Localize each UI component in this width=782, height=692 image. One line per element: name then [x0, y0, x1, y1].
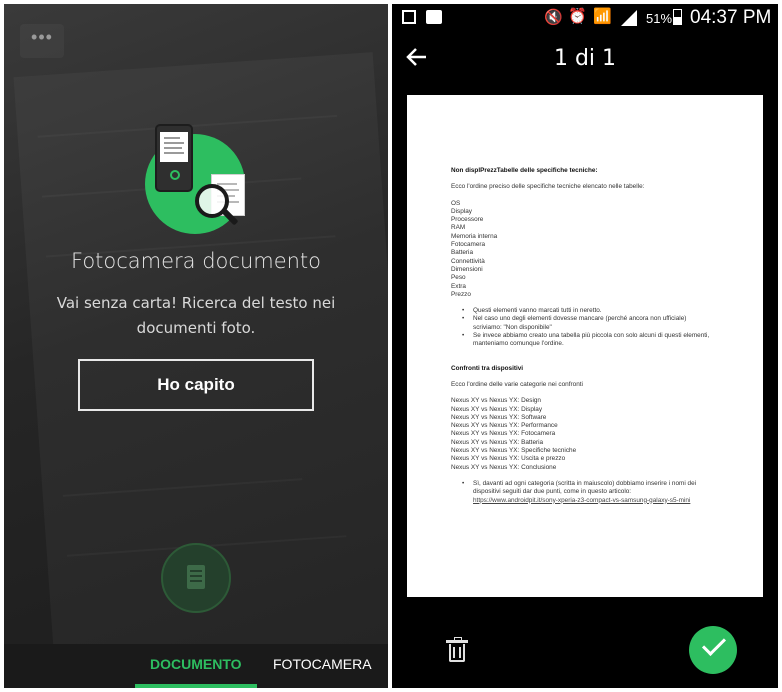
- list-item: Nexus XY vs Nexus YX: Batteria: [451, 438, 544, 446]
- active-tab-indicator: [135, 684, 257, 688]
- got-it-button[interactable]: Ho capito: [78, 359, 314, 411]
- bag-icon: [426, 10, 442, 24]
- shutter-line: [190, 580, 202, 582]
- phone-line: [164, 147, 182, 149]
- phone-line: [164, 152, 184, 154]
- page-counter: 1 di 1: [553, 46, 617, 71]
- clock-time: 04:37 PM: [690, 7, 772, 28]
- ghost-line: [63, 478, 303, 497]
- doc-intro-compare: Ecco l'ordine delle varie categorie nei …: [451, 380, 583, 388]
- list-item: Extra: [451, 282, 466, 290]
- bullet-item: Nel caso uno degli elementi dovesse manc…: [451, 315, 713, 332]
- signal-icon: [621, 10, 637, 26]
- trash-stripe: [459, 647, 461, 658]
- preview-toolbar: 1 di 1: [392, 34, 778, 82]
- article-link: https://www.androidpit.it/sony-xperia-z3…: [473, 496, 691, 504]
- shutter-line: [190, 575, 202, 577]
- phone-line: [164, 137, 180, 139]
- shutter-doc-shape: [187, 565, 205, 589]
- tab-fotocamera[interactable]: FOTOCAMERA: [273, 656, 372, 672]
- camera-intro-screen: ••• Fotocamera documento Vai senza carta…: [4, 4, 388, 688]
- shutter-button[interactable]: [161, 543, 231, 613]
- list-item: Prezzo: [451, 290, 471, 298]
- confirm-button[interactable]: [689, 626, 737, 674]
- phone-shape: [155, 124, 193, 192]
- document-shutter-icon: [181, 563, 211, 593]
- scanned-document: Non displPrezzTabelle delle specifiche t…: [407, 95, 763, 597]
- bullet-item: Se invece abbiamo creato una tabella più…: [451, 332, 713, 349]
- list-item: Batteria: [451, 249, 474, 257]
- mute-icon: 🔇: [544, 9, 563, 26]
- gallery-icon: [402, 10, 416, 24]
- compare-list: Nexus XY vs Nexus YX: Design Nexus XY vs…: [451, 397, 713, 472]
- mode-tabs: DOCUMENTO FOTOCAMERA: [4, 644, 388, 688]
- checkmark-icon: [701, 631, 727, 657]
- trash-stripe: [453, 647, 455, 658]
- list-item: Processore: [451, 216, 484, 224]
- doc-intro-specs: Ecco l'ordine preciso delle specifiche t…: [451, 183, 645, 191]
- list-item: Fotocamera: [451, 241, 486, 249]
- intro-title: Fotocamera documento: [70, 249, 322, 273]
- battery-percent: 51%: [646, 11, 673, 26]
- doc-heading-specs: Non displPrezzTabelle delle specifiche t…: [451, 167, 598, 174]
- bullet-text: Sì, davanti ad ogni categoria (scritta i…: [473, 479, 697, 496]
- document-preview-screen: 🔇 ⏰ 📶 51% 04:37 PM 1 di 1 Non displPrezz…: [392, 4, 778, 688]
- trash-icon[interactable]: [446, 637, 468, 662]
- list-item: Nexus XY vs Nexus YX: Software: [451, 413, 547, 421]
- wifi-icon: 📶: [593, 8, 612, 25]
- intro-subtitle: Vai senza carta! Ricerca del testo nei d…: [56, 294, 336, 337]
- alarm-icon: ⏰: [568, 8, 587, 25]
- list-item: Nexus XY vs Nexus YX: Conclusione: [451, 463, 557, 471]
- trash-body: [449, 644, 465, 662]
- status-bar: 🔇 ⏰ 📶 51% 04:37 PM: [392, 4, 778, 32]
- screenshot-root: ••• Fotocamera documento Vai senza carta…: [0, 0, 782, 692]
- list-item: Nexus XY vs Nexus YX: Performance: [451, 422, 558, 430]
- list-item: Nexus XY vs Nexus YX: Design: [451, 397, 541, 405]
- list-item: Nexus XY vs Nexus YX: Display: [451, 405, 543, 413]
- phone-button: [170, 170, 180, 180]
- list-item: Memoria interna: [451, 232, 498, 240]
- tab-documento[interactable]: DOCUMENTO: [150, 656, 242, 672]
- battery-icon: [673, 9, 682, 25]
- list-item: Dimensioni: [451, 265, 483, 273]
- shutter-line: [190, 570, 202, 572]
- spec-list: OS Display Processore RAM Memoria intern…: [451, 200, 713, 300]
- phone-line: [164, 142, 184, 144]
- phone-document-search-icon: [145, 124, 255, 240]
- list-item: Nexus XY vs Nexus YX: Specifiche tecnich…: [451, 447, 577, 455]
- list-item: OS: [451, 199, 461, 207]
- list-item: Connettività: [451, 257, 485, 265]
- document-text: Non displPrezzTabelle delle specifiche t…: [451, 167, 713, 505]
- list-item: Peso: [451, 274, 466, 282]
- list-item: Nexus XY vs Nexus YX: Uscita e prezzo: [451, 455, 566, 463]
- list-item: RAM: [451, 224, 466, 232]
- trash-lid: [446, 640, 468, 643]
- phone-screen: [160, 132, 188, 162]
- list-item: Nexus XY vs Nexus YX: Fotocamera: [451, 430, 556, 438]
- bullet-item: Sì, davanti ad ogni categoria (scritta i…: [451, 480, 713, 505]
- doc-heading-compare: Confronti tra dispositivi: [451, 364, 524, 372]
- doc-line: [217, 183, 237, 185]
- bullet-item: Questi elementi vanno marcati tutti in n…: [451, 307, 713, 316]
- more-dots-icon[interactable]: •••: [20, 24, 64, 58]
- list-item: Display: [451, 207, 472, 215]
